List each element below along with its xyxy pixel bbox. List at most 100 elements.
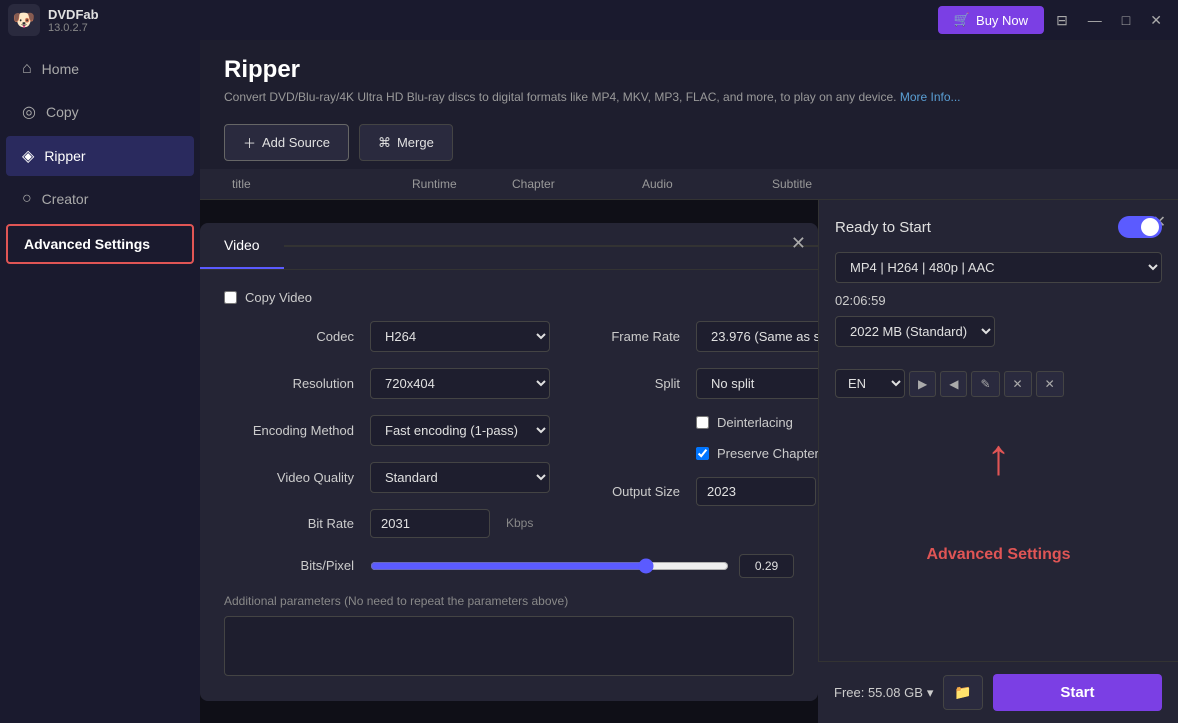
app-version: 13.0.2.7: [48, 22, 99, 34]
bit-rate-label: Bit Rate: [224, 516, 354, 531]
close-button[interactable]: ✕: [1142, 6, 1170, 35]
sidebar-item-copy[interactable]: ◎ Copy: [6, 92, 194, 132]
deinterlacing-checkbox-label[interactable]: Deinterlacing: [696, 415, 793, 430]
sidebar-item-ripper[interactable]: ◈ Ripper: [6, 136, 194, 176]
ready-label: Ready to Start: [835, 219, 931, 236]
page-description: Convert DVD/Blu-ray/4K Ultra HD Blu-ray …: [224, 90, 1154, 104]
additional-params-label: Additional parameters (No need to repeat…: [224, 594, 794, 608]
deinterlacing-checkbox[interactable]: [696, 416, 709, 429]
lang-edit-button[interactable]: ✎: [971, 371, 999, 397]
title-bar: 🐶 DVDFab 13.0.2.7 🛒 Buy Now ⊟ — □ ✕: [0, 0, 1178, 40]
main-layout: ⌂ Home ◎ Copy ◈ Ripper ○ Creator Advance…: [0, 40, 1178, 723]
copy-video-checkbox-label[interactable]: Copy Video: [224, 290, 312, 305]
bits-pixel-label: Bits/Pixel: [224, 558, 354, 573]
page-title: Ripper: [224, 56, 1154, 84]
preserve-chapters-checkbox[interactable]: [696, 447, 709, 460]
frame-rate-label: Frame Rate: [550, 329, 680, 344]
codec-row: Codec H264: [224, 321, 550, 352]
tab-video[interactable]: Video: [200, 223, 284, 269]
format-select[interactable]: MP4 | H264 | 480p | AAC: [835, 252, 1162, 283]
copy-video-checkbox[interactable]: [224, 291, 237, 304]
lang-delete-button[interactable]: ✕: [1004, 371, 1032, 397]
bits-pixel-value: 0.29: [739, 554, 794, 578]
frame-rate-row: Frame Rate 23.976 (Same as source): [550, 321, 818, 352]
arrow-up-icon: ↑: [835, 428, 1162, 486]
preserve-chapters-checkbox-label[interactable]: Preserve Chapters: [696, 446, 818, 461]
dialog-close-button[interactable]: ✕: [791, 233, 806, 254]
lang-add-button[interactable]: ✕: [1036, 371, 1064, 397]
sidebar-item-home[interactable]: ⌂ Home: [6, 50, 194, 88]
dialog-overlay: Video ✕ Copy Video: [200, 200, 818, 723]
maximize-button[interactable]: □: [1114, 6, 1138, 34]
advanced-arrow-area: ↑ Advanced Settings: [835, 428, 1162, 564]
settings-grid: Codec H264 Resolution 720x404: [224, 321, 794, 554]
video-quality-select[interactable]: Standard: [370, 462, 550, 493]
encoding-method-row: Encoding Method Fast encoding (1-pass): [224, 415, 550, 446]
video-quality-row: Video Quality Standard: [224, 462, 550, 493]
dialog-body: Copy Video Codec H264: [200, 270, 818, 701]
free-space: Free: 55.08 GB ▾: [834, 685, 933, 701]
codec-label: Codec: [224, 329, 354, 344]
col-subtitle: Subtitle: [764, 177, 894, 191]
output-size-input[interactable]: 2023: [696, 477, 816, 506]
app-name: DVDFab: [48, 7, 99, 22]
merge-button[interactable]: ⌘ Merge: [359, 124, 453, 161]
codec-select[interactable]: H264: [370, 321, 550, 352]
preserve-chapters-row: Preserve Chapters: [550, 446, 818, 461]
output-size-label: Output Size: [550, 484, 680, 499]
chevron-down-icon: ▾: [927, 685, 934, 701]
copy-video-row: Copy Video: [224, 290, 794, 305]
creator-icon: ○: [22, 190, 32, 208]
bits-pixel-row: Bits/Pixel 0.29: [224, 554, 794, 578]
settings-col-left: Codec H264 Resolution 720x404: [224, 321, 550, 554]
bit-rate-unit: Kbps: [506, 516, 536, 530]
resolution-select[interactable]: 720x404: [370, 368, 550, 399]
right-panel: ✕ Ready to Start MP4 | H264 | 480p | AAC…: [818, 200, 1178, 723]
video-quality-label: Video Quality: [224, 470, 354, 485]
advanced-settings-label: Advanced Settings: [24, 236, 150, 252]
buy-now-button[interactable]: 🛒 Buy Now: [938, 6, 1044, 34]
col-audio: Audio: [634, 177, 764, 191]
lang-play-button[interactable]: ▶: [909, 371, 936, 397]
encoding-method-label: Encoding Method: [224, 423, 354, 438]
ready-toggle[interactable]: [1118, 216, 1162, 238]
folder-button[interactable]: 📁: [943, 675, 982, 710]
bits-pixel-slider[interactable]: [370, 558, 729, 574]
dialog-header: Video ✕: [200, 223, 818, 270]
frame-rate-select[interactable]: 23.976 (Same as source): [696, 321, 818, 352]
app-logo: 🐶: [8, 4, 40, 36]
add-source-button[interactable]: ＋ Add Source: [224, 124, 349, 161]
bottom-bar: Free: 55.08 GB ▾ 📁 Start: [818, 661, 1178, 723]
minimize-button[interactable]: —: [1080, 6, 1110, 34]
split-label: Split: [550, 376, 680, 391]
title-bar-right: 🛒 Buy Now ⊟ — □ ✕: [938, 6, 1170, 35]
sidebar-item-creator[interactable]: ○ Creator: [6, 180, 194, 218]
additional-params-textarea[interactable]: [224, 616, 794, 676]
sidebar: ⌂ Home ◎ Copy ◈ Ripper ○ Creator Advance…: [0, 40, 200, 723]
resolution-label: Resolution: [224, 376, 354, 391]
col-chapter: Chapter: [504, 177, 634, 191]
more-info-link[interactable]: More Info...: [900, 90, 961, 104]
content-header: Ripper Convert DVD/Blu-ray/4K Ultra HD B…: [200, 40, 1178, 116]
start-button[interactable]: Start: [993, 674, 1162, 711]
sidebar-item-label-home: Home: [42, 61, 79, 77]
resolution-row: Resolution 720x404: [224, 368, 550, 399]
format-row: MP4 | H264 | 480p | AAC: [835, 252, 1162, 283]
bit-rate-input[interactable]: 2031: [370, 509, 490, 538]
sidebar-item-label-creator: Creator: [42, 191, 89, 207]
lang-select[interactable]: EN: [835, 369, 905, 398]
toolbar: ＋ Add Source ⌘ Merge: [200, 116, 1178, 169]
panel-area: Video ✕ Copy Video: [200, 200, 1178, 723]
window-menu-button[interactable]: ⊟: [1048, 6, 1076, 35]
lang-prev-button[interactable]: ◀: [940, 371, 967, 397]
deinterlacing-row: Deinterlacing: [550, 415, 818, 430]
content-area: Ripper Convert DVD/Blu-ray/4K Ultra HD B…: [200, 40, 1178, 723]
merge-icon: ⌘: [378, 135, 391, 151]
lang-row: EN ▶ ◀ ✎ ✕ ✕: [835, 369, 1162, 398]
split-select[interactable]: No split: [696, 368, 818, 399]
size-select[interactable]: 2022 MB (Standard): [835, 316, 995, 347]
sidebar-item-advanced-settings[interactable]: Advanced Settings: [6, 224, 194, 264]
advanced-settings-label-right: Advanced Settings: [835, 546, 1162, 564]
ready-to-start-row: Ready to Start: [835, 216, 1162, 238]
encoding-method-select[interactable]: Fast encoding (1-pass): [370, 415, 550, 446]
